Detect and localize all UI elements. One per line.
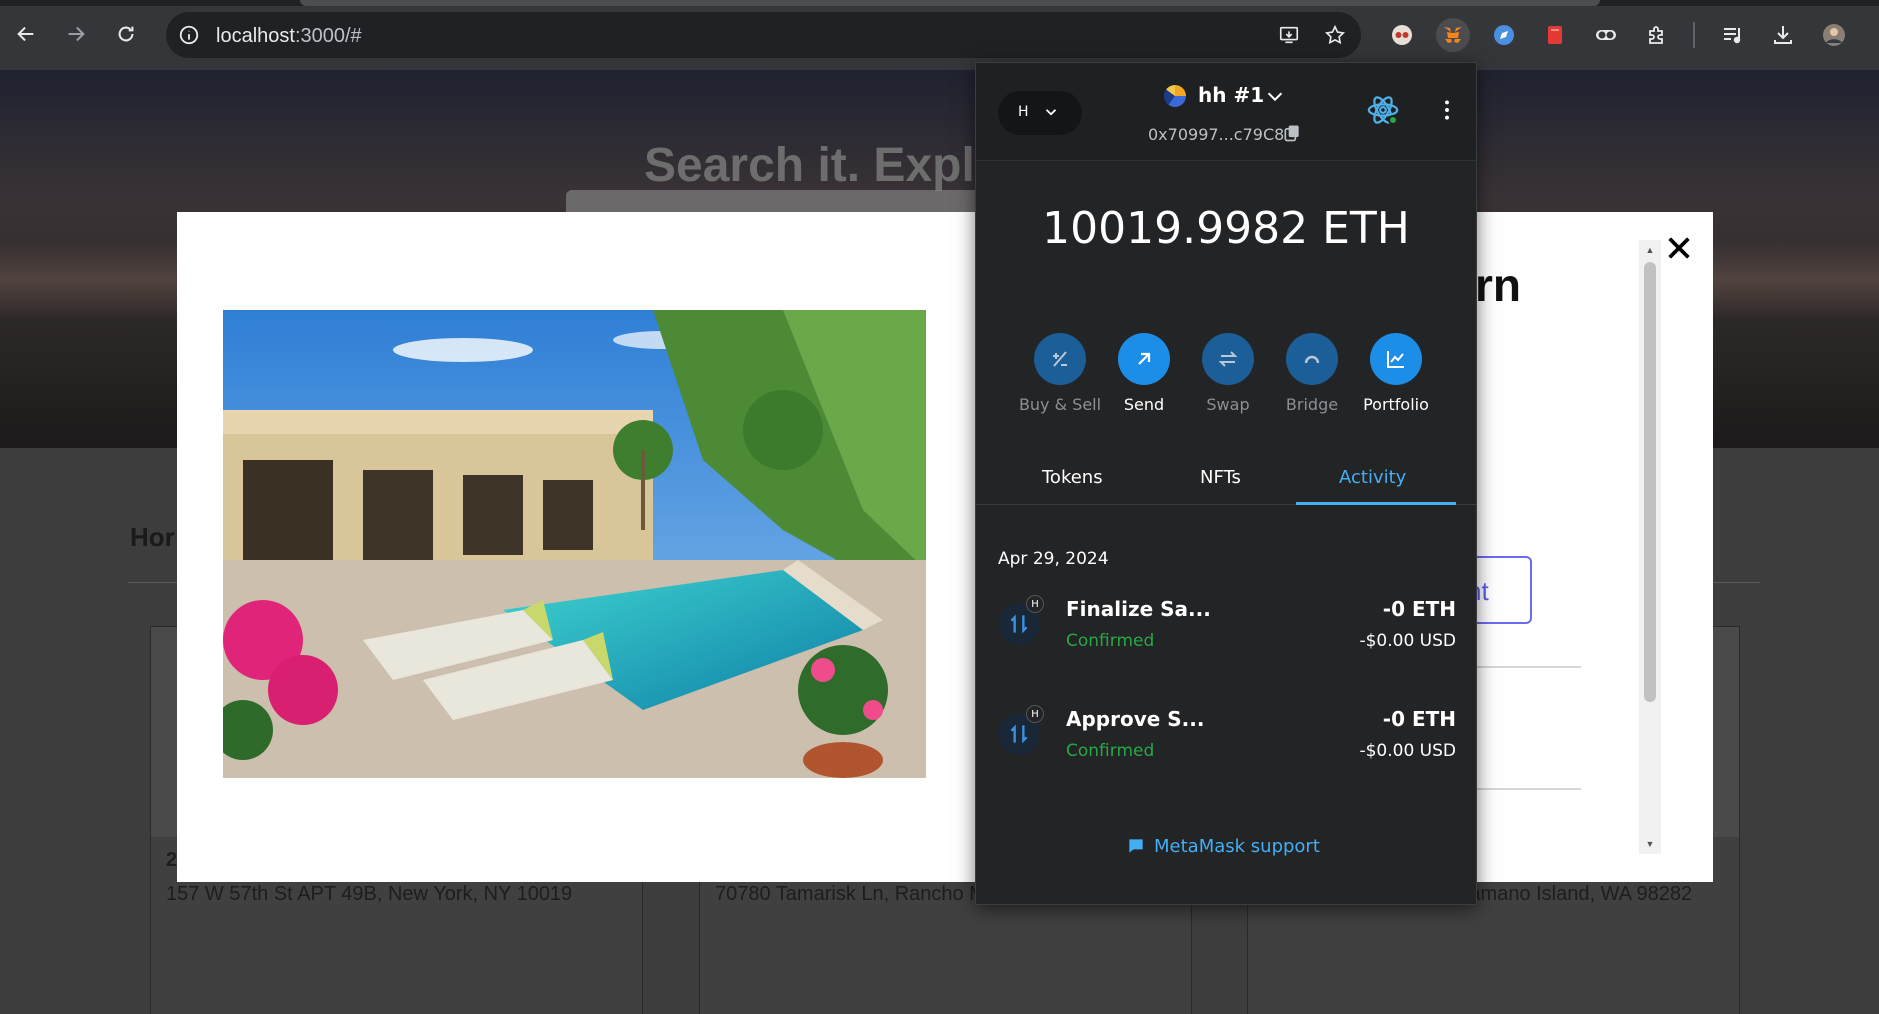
reload-icon [118, 26, 134, 42]
activity-item[interactable]: H Finalize Sa... Confirmed -0 ETH -$0.00… [976, 591, 1476, 671]
toolbar-divider [1693, 22, 1695, 48]
eth-balance: 10019.9982 ETH [1042, 203, 1410, 254]
action-label: Buy & Sell [1018, 395, 1102, 414]
transaction-amount: -0 ETH [1382, 597, 1456, 621]
activity-item[interactable]: H Approve S... Confirmed -0 ETH -$0.00 U… [976, 701, 1476, 781]
network-badge: H [1026, 705, 1044, 723]
transaction-status: Confirmed [1066, 631, 1155, 651]
url-text[interactable]: localhost:3000/# [216, 25, 362, 48]
bridge-icon [1304, 355, 1320, 364]
profile-avatar[interactable] [1817, 18, 1851, 52]
site-info-icon[interactable] [176, 22, 202, 48]
tab-nfts[interactable]: NFTs [1200, 467, 1241, 488]
tab-activity[interactable]: Activity [1339, 467, 1406, 488]
modal-divider [1475, 788, 1581, 790]
url-path: :3000/# [294, 25, 362, 47]
network-badge: H [1026, 595, 1044, 613]
portfolio-button[interactable]: Portfolio [1354, 333, 1438, 414]
connected-status-dot [1388, 115, 1398, 125]
downloads-icon[interactable] [1766, 18, 1800, 52]
chevron-down-icon[interactable] [1264, 85, 1286, 107]
swap-icon [1218, 351, 1238, 367]
scroll-down-icon[interactable]: ▼ [1644, 838, 1656, 850]
arrow-left-icon [17, 26, 34, 42]
action-label: Send [1123, 395, 1165, 414]
modal-scrollbar[interactable]: ▲ ▼ [1639, 240, 1661, 854]
swap-button[interactable]: Swap [1186, 333, 1270, 414]
transaction-usd: -$0.00 USD [1359, 741, 1456, 761]
transaction-name: Approve S... [1066, 707, 1205, 731]
install-app-icon[interactable] [1276, 22, 1302, 48]
chevron-down-icon [1045, 109, 1057, 116]
extension-compass-icon[interactable] [1487, 18, 1521, 52]
wallet-actions: Buy & Sell Send Swap Bridge Portfolio [976, 333, 1476, 423]
active-tab-indicator [1296, 502, 1456, 505]
account-address[interactable]: 0x70997...c79C8 [1148, 125, 1284, 144]
tab-tokens[interactable]: Tokens [1042, 467, 1103, 488]
scroll-thumb[interactable] [1644, 262, 1656, 702]
extension-toggle-icon[interactable] [1589, 18, 1623, 52]
activity-date: Apr 29, 2024 [998, 549, 1109, 569]
active-tab-edge [300, 0, 1600, 6]
account-avatar[interactable] [1164, 85, 1186, 107]
buy-sell-icon [1053, 351, 1067, 367]
modal-divider [1475, 666, 1581, 668]
extension-owl-icon[interactable] [1385, 18, 1419, 52]
url-host: localhost [216, 25, 295, 47]
modal-heading: rn [1475, 259, 1521, 311]
close-icon [1668, 237, 1690, 259]
property-photo [223, 310, 926, 778]
extensions-puzzle-icon[interactable] [1640, 18, 1674, 52]
chat-bubble-icon [1129, 839, 1143, 853]
reload-button[interactable] [110, 18, 142, 50]
metamask-support-link[interactable]: MetaMask support [1126, 833, 1320, 859]
network-letter: H [1018, 104, 1029, 120]
extension-metamask-icon[interactable] [1436, 18, 1470, 52]
section-title: Hor [130, 522, 175, 552]
hero-title: Search it. Explo [644, 139, 1005, 192]
back-button[interactable] [10, 18, 42, 50]
support-label: MetaMask support [1154, 835, 1320, 857]
portfolio-icon [1387, 351, 1404, 368]
listing-address: 157 W 57th St APT 49B, New York, NY 1001… [166, 883, 573, 905]
transaction-status: Confirmed [1066, 741, 1155, 761]
send-icon [1138, 352, 1151, 365]
close-button[interactable] [1659, 228, 1699, 268]
forward-button[interactable] [60, 18, 92, 50]
bridge-button[interactable]: Bridge [1270, 333, 1354, 414]
extension-bookmark-red-icon[interactable] [1538, 18, 1572, 52]
property-modal: rn nt ▲ ▼ [177, 212, 1713, 882]
arrow-right-icon [68, 26, 85, 42]
send-button[interactable]: Send [1102, 333, 1186, 414]
transaction-amount: -0 ETH [1382, 707, 1456, 731]
media-controls-icon[interactable] [1716, 18, 1750, 52]
metamask-popup: H hh #1 0x70997...c79C8 10019.9982 ETH B… [975, 62, 1477, 905]
wallet-tabs: Tokens NFTs Activity [976, 453, 1476, 505]
copy-icon[interactable] [1282, 123, 1302, 143]
address-bar[interactable]: localhost:3000/# [166, 12, 1361, 58]
transaction-name: Finalize Sa... [1066, 597, 1211, 621]
transaction-usd: -$0.00 USD [1359, 631, 1456, 651]
action-label: Swap [1206, 395, 1250, 414]
account-name[interactable]: hh #1 [1198, 83, 1264, 107]
action-label: Portfolio [1363, 395, 1429, 414]
bookmark-star-icon[interactable] [1322, 22, 1348, 48]
scroll-up-icon[interactable]: ▲ [1644, 244, 1656, 256]
network-picker[interactable]: H [998, 91, 1082, 135]
action-label: Bridge [1285, 395, 1339, 414]
metamask-header: H hh #1 0x70997...c79C8 [976, 63, 1476, 161]
buy-sell-button[interactable]: Buy & Sell [1018, 333, 1102, 414]
browser-toolbar: localhost:3000/# [0, 0, 1879, 70]
kebab-menu-icon[interactable] [1434, 97, 1460, 123]
